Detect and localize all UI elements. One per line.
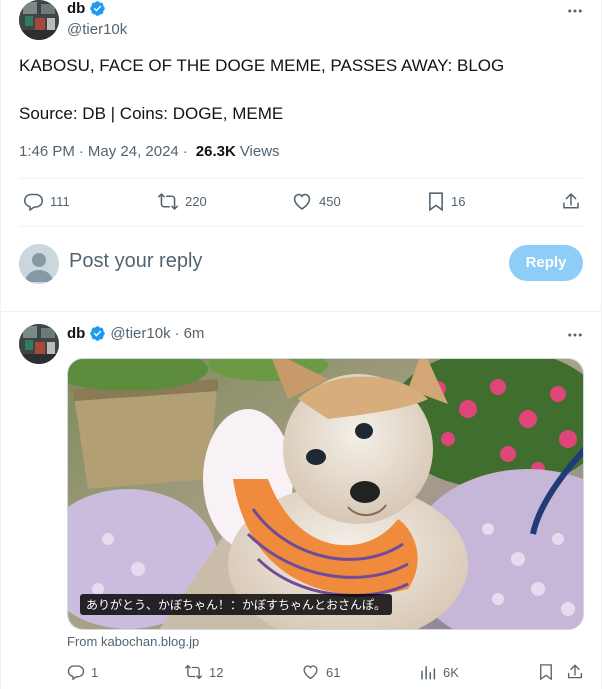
retweet-icon xyxy=(158,193,178,210)
reply-action[interactable]: 1 xyxy=(67,663,98,681)
analytics-bars-icon xyxy=(421,666,436,680)
meta-separator: · xyxy=(182,143,188,160)
media-source-link[interactable]: From kabochan.blog.jp xyxy=(67,634,199,649)
bookmark-count: 16 xyxy=(451,194,466,209)
views-count: 6K xyxy=(443,664,459,680)
retweet-icon xyxy=(184,664,203,680)
bookmark-icon xyxy=(429,192,443,212)
divider xyxy=(19,178,583,179)
tweet-source-line: Source: DB | Coins: DOGE, MEME xyxy=(19,104,284,123)
retweet-action[interactable]: 12 xyxy=(184,663,223,681)
retweet-count: 12 xyxy=(209,664,224,680)
retweet-count: 220 xyxy=(185,194,207,209)
default-user-icon xyxy=(19,244,59,284)
author-avatar[interactable] xyxy=(19,0,59,40)
bookmark-icon xyxy=(540,664,552,681)
author-handle[interactable]: @tier10k xyxy=(67,21,127,38)
share-action[interactable] xyxy=(561,191,581,212)
reply-icon xyxy=(67,665,85,681)
media-caption: ありがとう、かぼちゃん！：かぼすちゃんとおさんぽ。 xyxy=(80,594,393,615)
tweet-meta: 1:46 PM · May 24, 2024 · 26.3K Views xyxy=(19,143,280,160)
reply-author-row: db @tier10k · 6m xyxy=(67,325,204,342)
views-label[interactable]: Views xyxy=(240,143,280,160)
heart-icon xyxy=(293,193,311,210)
tweet-time[interactable]: 1:46 PM xyxy=(19,143,75,160)
tweet-media-image[interactable]: ありがとう、かぼちゃん！：かぼすちゃんとおさんぽ。 xyxy=(67,358,584,630)
views-count[interactable]: 26.3K xyxy=(196,143,236,160)
divider xyxy=(19,226,583,227)
bookmark-action[interactable] xyxy=(538,663,554,681)
author-name[interactable]: db xyxy=(67,0,85,17)
author-name[interactable]: db xyxy=(67,325,85,342)
share-icon xyxy=(563,193,579,209)
like-count: 61 xyxy=(326,664,341,680)
views-action[interactable]: 6K xyxy=(419,663,459,681)
like-action[interactable]: 450 xyxy=(291,191,341,212)
author-avatar[interactable] xyxy=(19,324,59,364)
like-count: 450 xyxy=(319,194,341,209)
like-action[interactable]: 61 xyxy=(301,663,340,681)
heart-icon xyxy=(303,665,318,680)
tweet-time-ago[interactable]: 6m xyxy=(184,325,205,342)
meta-separator: · xyxy=(174,325,180,342)
reply-count: 1 xyxy=(91,664,99,680)
tweet-headline: KABOSU, FACE OF THE DOGE MEME, PASSES AW… xyxy=(19,56,505,75)
author-handle[interactable]: @tier10k xyxy=(110,325,170,342)
verified-badge-icon xyxy=(90,326,106,341)
shiba-dog-photo xyxy=(68,359,583,629)
share-icon xyxy=(567,664,583,679)
reply-count: 111 xyxy=(50,194,70,209)
reply-icon xyxy=(23,193,44,212)
reply-action[interactable]: 111 xyxy=(23,191,70,212)
retweet-action[interactable]: 220 xyxy=(157,191,207,212)
tweet-thread: db @tier10k KABOSU, FACE OF THE DOGE MEM… xyxy=(0,0,602,689)
composer-avatar xyxy=(19,244,59,284)
author-name-row[interactable]: db xyxy=(67,0,106,17)
share-action[interactable] xyxy=(566,663,584,681)
reply-input[interactable]: Post your reply xyxy=(69,250,202,273)
divider xyxy=(1,311,601,312)
tweet-date[interactable]: May 24, 2024 xyxy=(88,143,179,160)
meta-separator: · xyxy=(78,143,84,160)
bookmark-action[interactable]: 16 xyxy=(427,191,465,212)
verified-badge-icon xyxy=(90,1,106,16)
reply-button[interactable]: Reply xyxy=(509,245,583,281)
more-horizontal-icon[interactable] xyxy=(563,2,587,22)
more-horizontal-icon[interactable] xyxy=(563,326,587,346)
